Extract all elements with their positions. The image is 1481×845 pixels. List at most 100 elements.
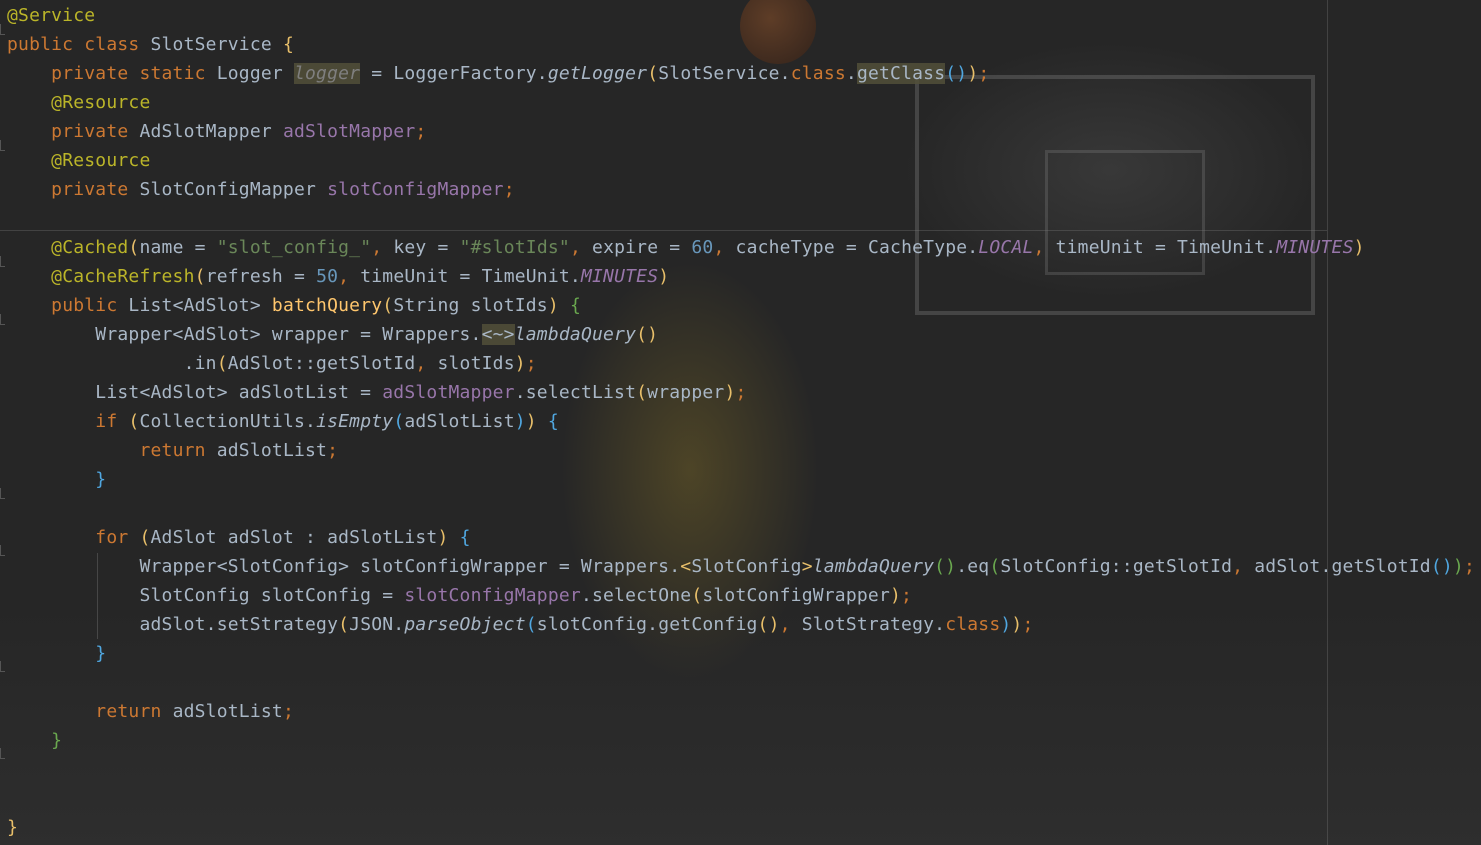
code-token: adSlotList [172, 701, 283, 722]
code-token: AdSlot adSlot : adSlotList [150, 527, 438, 548]
code-token: ; [282, 701, 294, 722]
code-token: adSlotMapper [282, 121, 416, 142]
code-line[interactable]: private AdSlotMapper adSlotMapper; [7, 117, 426, 146]
code-token: ( [128, 411, 140, 432]
code-token: adSlot.setStrategy [7, 614, 339, 635]
code-token: CollectionUtils. [139, 411, 317, 432]
code-token: .selectList [514, 382, 637, 403]
code-token: public [51, 295, 129, 316]
code-token: expire = [592, 237, 692, 258]
code-token: ; [978, 63, 990, 84]
method-separator [0, 230, 1327, 231]
code-token: return [139, 440, 217, 461]
code-token: { [547, 411, 559, 432]
code-token: } [7, 817, 19, 838]
code-line[interactable]: adSlot.setStrategy(JSON.parseObject(slot… [7, 610, 1034, 639]
code-line[interactable]: for (AdSlot adSlot : adSlotList) { [7, 523, 471, 552]
code-token: List<AdSlot> adSlotList = [7, 382, 383, 403]
code-line[interactable]: } [7, 465, 106, 494]
fold-marker-icon[interactable] [0, 748, 5, 759]
code-token: { [282, 34, 294, 55]
code-token: .selectOne [580, 585, 692, 606]
code-token: adSlotMapper [382, 382, 515, 403]
code-token: SlotConfig slotConfig = [7, 585, 405, 606]
code-token: ; [503, 179, 515, 200]
code-token: } [95, 469, 107, 490]
code-token: ( [382, 295, 394, 316]
code-token: ( [691, 585, 703, 606]
fold-marker-icon[interactable] [0, 488, 5, 499]
code-token: refresh = [205, 266, 317, 287]
fold-marker-icon[interactable] [0, 545, 5, 556]
code-token: SlotConfigMapper [139, 179, 328, 200]
code-token: @CacheRefresh [51, 266, 195, 287]
code-token: () [757, 614, 780, 635]
code-line[interactable]: if (CollectionUtils.isEmpty(adSlotList))… [7, 407, 559, 436]
code-line[interactable]: private SlotConfigMapper slotConfigMappe… [7, 175, 515, 204]
code-token: SlotStrategy. [801, 614, 946, 635]
code-token: timeUnit = TimeUnit. [360, 266, 581, 287]
code-token: > [801, 556, 813, 577]
code-line[interactable]: private static Logger logger = LoggerFac… [7, 59, 989, 88]
code-token: List<AdSlot> [128, 295, 272, 316]
fold-marker-icon[interactable] [0, 661, 5, 672]
code-token: "slot_config_" [216, 237, 372, 258]
code-line[interactable]: @Resource [7, 146, 151, 175]
code-token: lambdaQuery [812, 556, 935, 577]
code-token: } [95, 643, 107, 664]
code-line[interactable]: return adSlotList; [7, 697, 294, 726]
code-line[interactable]: List<AdSlot> adSlotList = adSlotMapper.s… [7, 378, 747, 407]
code-line[interactable]: SlotConfig slotConfig = slotConfigMapper… [7, 581, 912, 610]
code-line[interactable]: } [7, 639, 106, 668]
code-token: () [636, 324, 659, 345]
code-token: ) [1452, 556, 1464, 577]
code-line[interactable]: public class SlotService { [7, 30, 294, 59]
code-line[interactable]: return adSlotList; [7, 436, 338, 465]
code-line[interactable]: Wrapper<SlotConfig> slotConfigWrapper = … [7, 552, 1475, 581]
code-token: class [945, 614, 1001, 635]
code-token: @Service [7, 5, 96, 26]
code-line[interactable]: @CacheRefresh(refresh = 50, timeUnit = T… [7, 262, 669, 291]
fold-marker-icon[interactable] [0, 140, 5, 151]
code-line[interactable]: @Resource [7, 88, 151, 117]
code-token: , [371, 237, 394, 258]
code-line[interactable]: } [7, 813, 18, 842]
code-line[interactable]: } [7, 726, 62, 755]
code-line[interactable]: public List<AdSlot> batchQuery(String sl… [7, 291, 581, 320]
code-token: ( [139, 527, 151, 548]
code-line[interactable]: Wrapper<AdSlot> wrapper = Wrappers.<~>la… [7, 320, 658, 349]
fold-marker-icon[interactable] [0, 256, 5, 267]
code-token: ( [338, 614, 350, 635]
code-token: for [95, 527, 140, 548]
code-token: ) [1011, 614, 1023, 635]
code-token: timeUnit = TimeUnit. [1055, 237, 1277, 258]
fold-marker-icon[interactable] [0, 314, 5, 325]
code-token: batchQuery [271, 295, 383, 316]
code-token: AdSlot::getSlotId [227, 353, 416, 374]
code-line[interactable]: @Cached(name = "slot_config_", key = "#s… [7, 233, 1365, 262]
code-line[interactable]: .in(AdSlot::getSlotId, slotIds); [7, 349, 537, 378]
code-token: key = [393, 237, 460, 258]
code-token: if [95, 411, 129, 432]
code-line[interactable]: @Service [7, 1, 95, 30]
code-token: ( [128, 237, 140, 258]
code-token: , [569, 237, 593, 258]
code-token: MINUTES [580, 266, 659, 287]
code-token: SlotConfig::getSlotId [1000, 556, 1233, 577]
code-token: @Resource [51, 150, 151, 171]
code-token: private [51, 121, 140, 142]
code-token: ) [437, 527, 449, 548]
code-token: ) [1000, 614, 1012, 635]
code-token: @Resource [51, 92, 151, 113]
code-token: slotConfigMapper [327, 179, 504, 200]
code-token: () [1430, 556, 1453, 577]
fold-marker-icon[interactable] [0, 24, 5, 35]
